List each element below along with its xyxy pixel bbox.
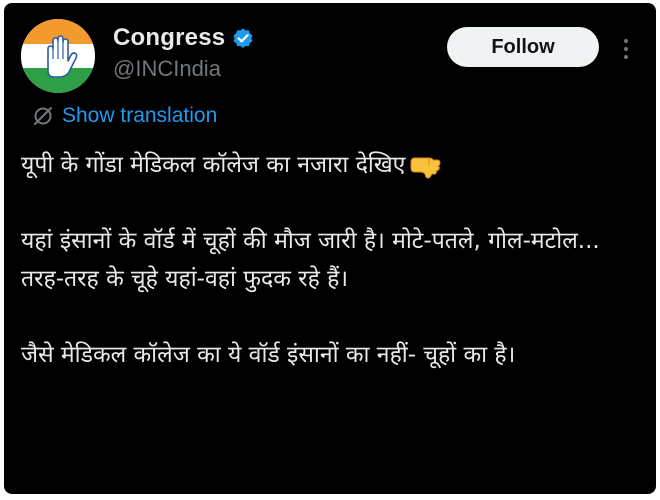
pointing-down-hand-emoji-icon [409,153,443,179]
more-options-icon[interactable] [618,34,634,64]
tweet-text: यूपी के गोंडा मेडिकल कॉलेज का नजारा देखि… [21,146,641,374]
show-translation-link[interactable]: Show translation [32,104,217,128]
tweet-paragraph-text: यूपी के गोंडा मेडिकल कॉलेज का नजारा देखि… [21,152,406,178]
translate-icon [32,105,54,127]
follow-button[interactable]: Follow [447,27,599,67]
tweet-paragraph: यहां इंसानों के वॉर्ड में चूहों की मौज ज… [21,228,600,292]
tweet-paragraph: यूपी के गोंडा मेडिकल कॉलेज का नजारा देखि… [21,146,641,184]
author-name-row: Congress [113,23,255,53]
tweet-paragraph: जैसे मेडिकल कॉलेज का ये वॉर्ड इंसानों का… [21,342,516,368]
congress-hand-logo-icon [21,19,95,93]
tweet-card: Congress @INCIndia Follow Show translati… [4,3,656,494]
more-dot [624,55,628,59]
show-translation-label: Show translation [62,104,218,127]
avatar[interactable] [21,19,95,93]
author-display-name[interactable]: Congress [113,24,225,52]
author-handle[interactable]: @INCIndia [113,56,221,82]
more-dot [624,39,628,43]
verified-badge-icon [231,26,255,50]
more-dot [624,47,628,51]
